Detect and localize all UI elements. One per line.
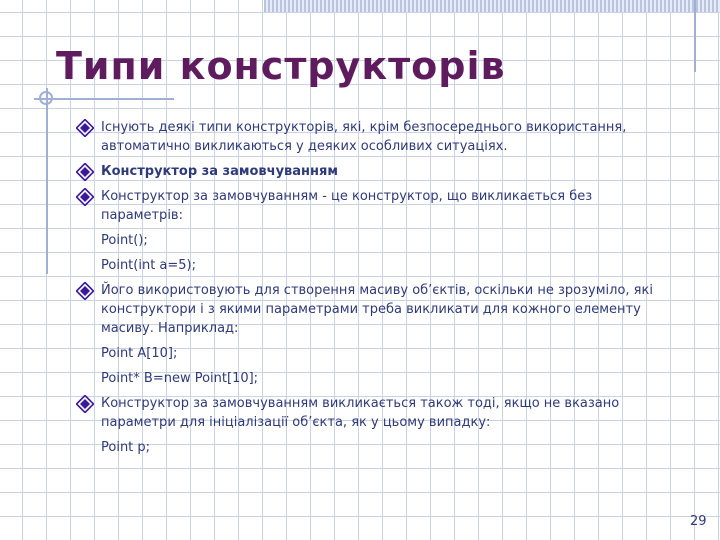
content-item-text: Конструктор за замовчуванням викликаєтьс…	[101, 396, 620, 430]
content-item: Point A[10];	[76, 344, 676, 363]
slide-content: Існують деякі типи конструкторів, які, к…	[76, 118, 676, 463]
content-item-text: Конструктор за замовчуванням	[101, 164, 338, 179]
content-item-text: Point* B=new Point[10];	[101, 371, 259, 386]
content-item: Point();	[76, 231, 676, 250]
content-item: Конструктор за замовчуванням	[76, 162, 676, 181]
content-item: Конструктор за замовчуванням викликаєтьс…	[76, 394, 676, 432]
content-item: Його використовують для створення масиву…	[76, 281, 676, 338]
diamond-bullet-icon	[76, 282, 94, 300]
content-item-text: Point p;	[101, 440, 151, 455]
diamond-bullet-icon	[76, 119, 94, 137]
content-item-text: Конструктор за замовчуванням - це констр…	[101, 189, 593, 223]
decorative-circle	[39, 91, 53, 105]
diamond-bullet-icon	[76, 163, 94, 181]
content-item-text: Point();	[101, 233, 148, 248]
content-item-text: Існують деякі типи конструкторів, які, к…	[101, 120, 627, 154]
content-item: Point p;	[76, 438, 676, 457]
slide-title: Типи конструкторів	[56, 44, 506, 88]
content-item: Point* B=new Point[10];	[76, 369, 676, 388]
content-item-text: Point A[10];	[101, 346, 178, 361]
page-number: 29	[690, 514, 707, 529]
content-item-text: Point(int a=5);	[101, 258, 197, 273]
diamond-bullet-icon	[76, 395, 94, 413]
content-item-text: Його використовують для створення масиву…	[101, 283, 653, 336]
content-item: Існують деякі типи конструкторів, які, к…	[76, 118, 676, 156]
decorative-horizontal-line	[34, 98, 174, 100]
decorative-top-band	[264, 0, 720, 12]
decorative-vertical-line-right	[694, 0, 696, 72]
content-item: Point(int a=5);	[76, 256, 676, 275]
decorative-vertical-line	[46, 88, 48, 274]
content-item: Конструктор за замовчуванням - це констр…	[76, 187, 676, 225]
diamond-bullet-icon	[76, 188, 94, 206]
